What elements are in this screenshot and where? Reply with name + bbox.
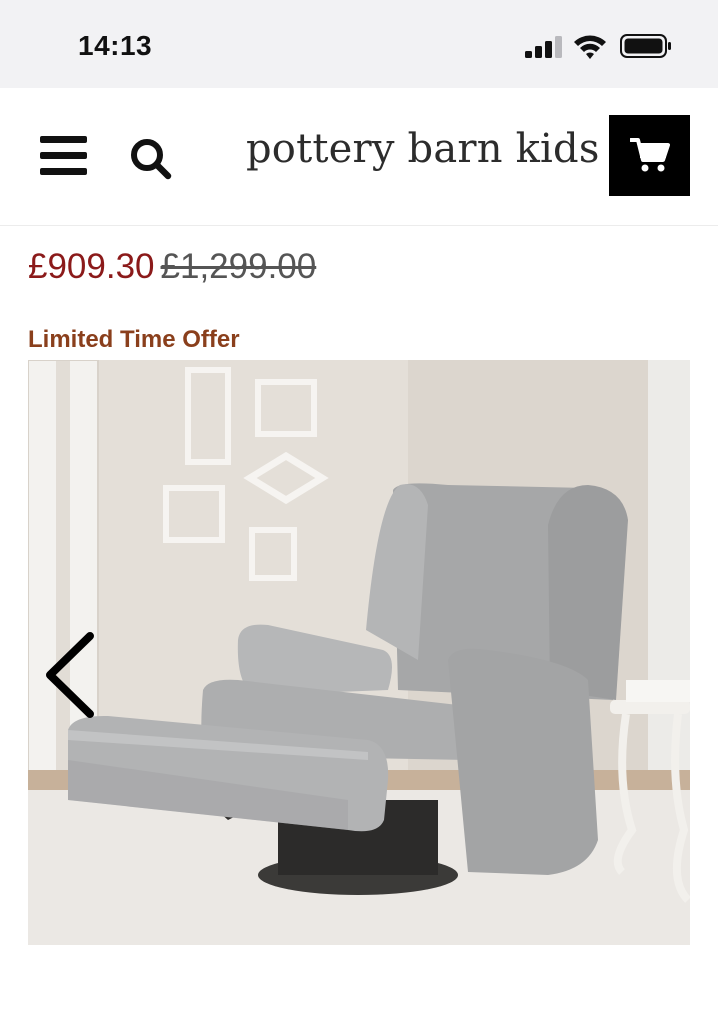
shopping-cart-icon xyxy=(630,138,670,172)
site-header: pottery barn kids xyxy=(0,88,718,226)
status-time: 14:13 xyxy=(78,30,153,61)
product-image[interactable] xyxy=(28,360,690,945)
original-price: £1,299.00 xyxy=(160,247,317,286)
promo-label: Limited Time Offer xyxy=(28,326,240,353)
cellular-signal-icon xyxy=(525,36,562,58)
sale-price: £909.30 xyxy=(28,247,155,286)
status-bar: 14:13 xyxy=(0,0,718,88)
chevron-left-icon[interactable] xyxy=(40,630,100,720)
wifi-icon xyxy=(574,35,606,59)
cart-button[interactable] xyxy=(609,115,690,196)
brand-logo[interactable]: pottery barn kids xyxy=(246,126,600,172)
search-icon[interactable] xyxy=(128,136,174,182)
battery-icon xyxy=(620,34,671,58)
price-row: £909.30 £1,299.00 xyxy=(28,247,316,287)
hamburger-menu-icon[interactable] xyxy=(40,136,88,176)
